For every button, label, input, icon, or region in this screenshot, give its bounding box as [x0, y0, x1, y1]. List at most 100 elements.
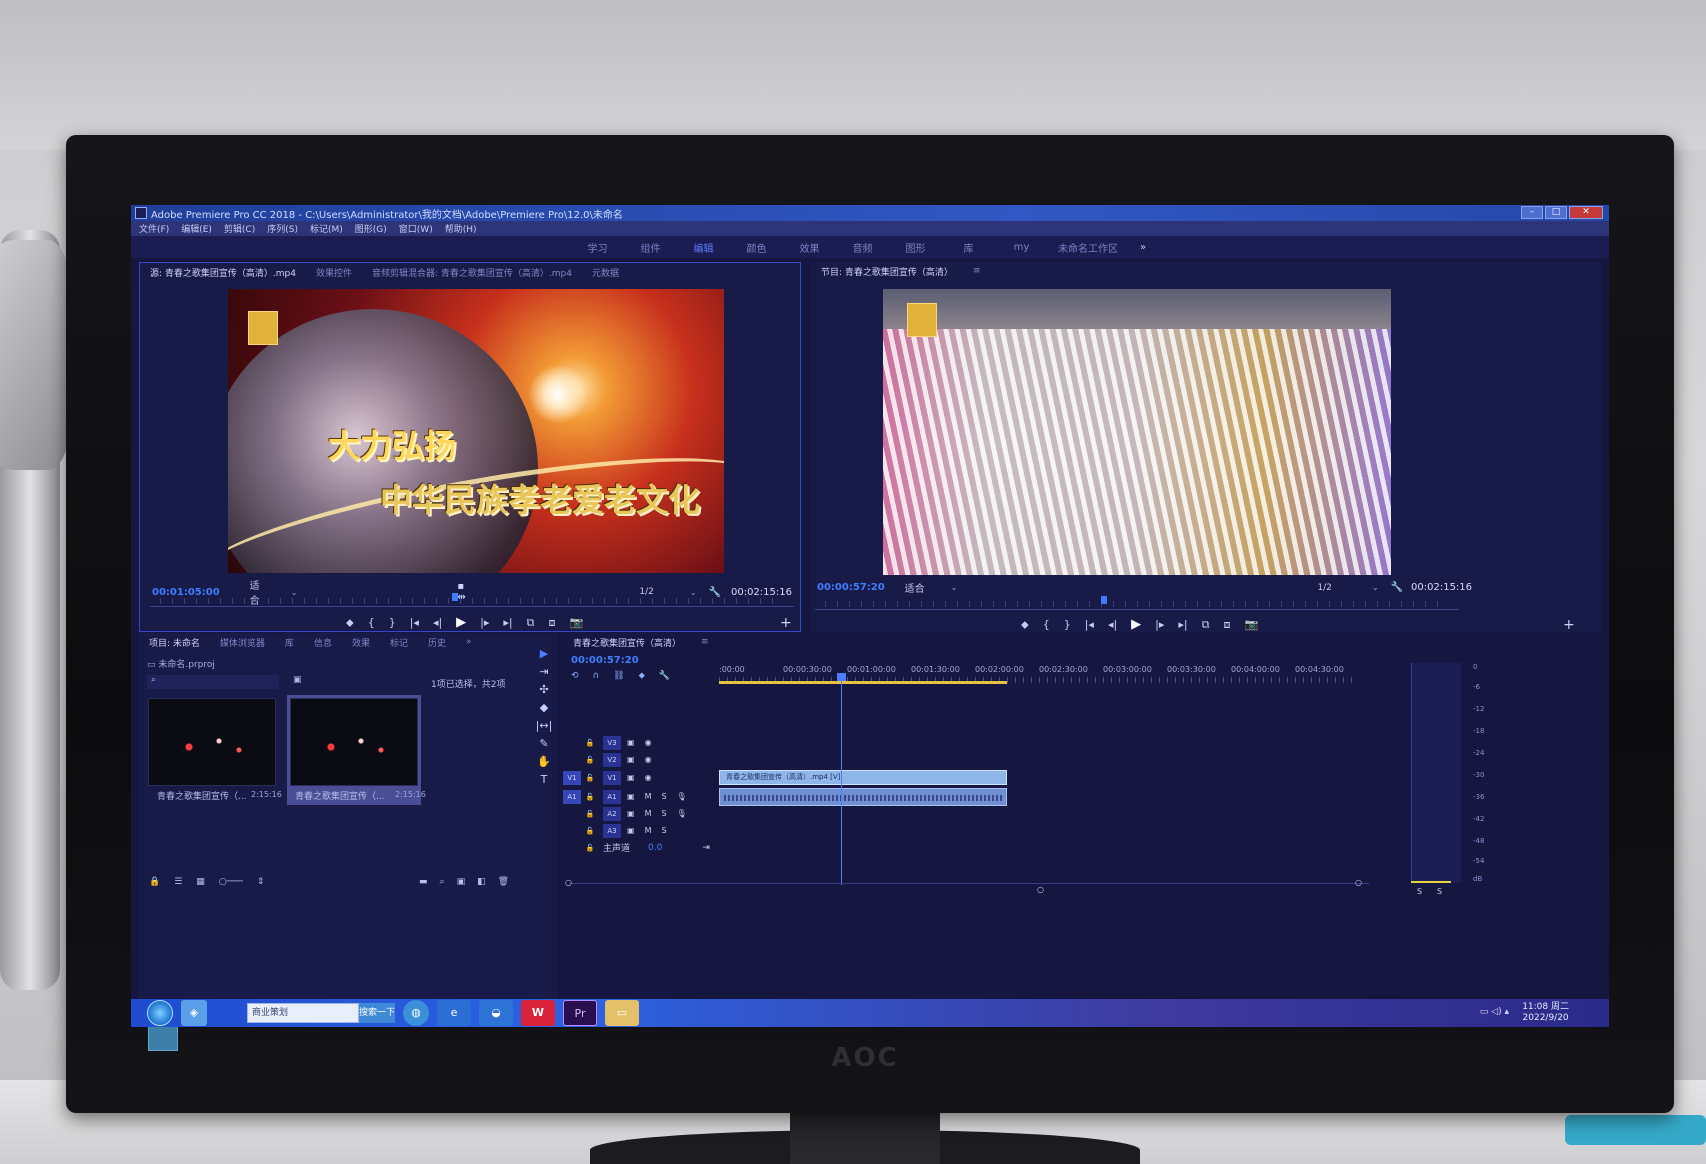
add-marker-icon[interactable]: ⬥ [346, 616, 354, 630]
timeline-playhead[interactable] [837, 673, 846, 885]
qq-penguin-icon[interactable]: ◒ [479, 1000, 513, 1026]
source-scrub-bar[interactable] [150, 593, 794, 607]
tab-metadata[interactable]: 元数据 [582, 266, 629, 279]
source-add-button[interactable]: + [780, 615, 792, 631]
find-icon[interactable]: ⌕ [440, 877, 445, 887]
master-volume-value[interactable]: 0.0 [648, 843, 662, 853]
step-forward-icon[interactable]: |▸ [1155, 618, 1164, 631]
menu-window[interactable]: 窗口(W) [399, 222, 433, 235]
tab-sequence[interactable]: 青春之歌集团宣传（高清） [563, 636, 691, 649]
sync-lock-icon[interactable]: ▣ [627, 826, 635, 835]
new-bin-icon[interactable]: ▣ [293, 675, 302, 685]
tray-expand-icon[interactable]: ▴ [1504, 1007, 1509, 1017]
file-explorer-icon[interactable]: ▭ [605, 1000, 639, 1026]
eye-icon[interactable]: ◉ [645, 755, 652, 764]
workspace-learning[interactable]: 学习 [571, 240, 624, 255]
project-item-selected[interactable]: 青春之歌集团宣传（... 2:15:16 [287, 695, 426, 805]
eye-icon[interactable]: ◉ [645, 773, 652, 782]
slip-tool-icon[interactable]: |↔| [531, 719, 557, 737]
program-fit-select[interactable]: 适合 [905, 580, 925, 595]
solo-right-button[interactable]: S [1437, 887, 1442, 896]
add-marker-icon[interactable]: ⬥ [1021, 618, 1029, 632]
zoom-slider[interactable]: ○─── [219, 877, 243, 887]
project-item[interactable]: 青春之歌集团宣传（... 2:15:16 [145, 695, 282, 805]
go-to-end-icon[interactable]: ⇥ [702, 843, 710, 853]
work-area-bar[interactable] [719, 681, 1007, 684]
workspace-assembly[interactable]: 组件 [624, 240, 677, 255]
ripple-edit-tool-icon[interactable]: ✣ [531, 683, 557, 701]
source-patch-a1[interactable]: A1 [563, 789, 581, 804]
extract-icon[interactable]: ⧈ [1224, 618, 1231, 632]
project-search-input[interactable]: ⌕ [147, 675, 279, 689]
automate-icon[interactable]: ▬ [419, 877, 428, 887]
tab-markers[interactable]: 标记 [380, 636, 418, 649]
chevron-down-icon[interactable]: ⌄ [1372, 583, 1379, 592]
settings-wrench-icon[interactable]: 🔧 [659, 671, 670, 681]
lock-icon[interactable]: 🔓 [581, 807, 599, 821]
tab-effect-controls[interactable]: 效果控件 [306, 266, 362, 279]
track-name[interactable]: A1 [603, 789, 621, 804]
solo-button[interactable]: S [661, 809, 666, 818]
lock-icon[interactable]: 🔓 [581, 824, 599, 838]
lock-icon[interactable]: 🔓 [581, 841, 599, 855]
tab-source[interactable]: 源: 青春之歌集团宣传（高清）.mp4 [140, 266, 306, 279]
sync-lock-icon[interactable]: ▣ [627, 792, 635, 801]
type-tool-icon[interactable]: T [531, 773, 557, 791]
track-name[interactable]: V1 [603, 770, 621, 785]
track-name[interactable]: V2 [603, 752, 621, 767]
track-name[interactable]: A3 [603, 823, 621, 838]
linked-selection-icon[interactable]: ⛓ [613, 671, 624, 681]
tab-program[interactable]: 节目: 青春之歌集团宣传（高清） [811, 265, 963, 278]
program-zoom-select[interactable]: 1/2 [1317, 583, 1331, 593]
workspace-effects[interactable]: 效果 [783, 240, 836, 255]
mark-in-icon[interactable]: { [1043, 618, 1050, 631]
taskbar-search-button[interactable]: 搜索一下 [359, 1003, 395, 1023]
wrench-icon[interactable]: 🔧 [1391, 582, 1403, 593]
menu-clip[interactable]: 剪辑(C) [224, 222, 255, 235]
lift-icon[interactable]: ⧉ [1202, 618, 1210, 632]
microphone-icon[interactable]: 🎙 [677, 809, 687, 818]
step-back-icon[interactable]: ◂| [1108, 618, 1117, 631]
lock-icon[interactable]: 🔓 [581, 771, 599, 785]
step-forward-icon[interactable]: |▸ [480, 616, 489, 629]
workspace-more-button[interactable]: » [1128, 242, 1158, 253]
solo-button[interactable]: S [661, 792, 666, 801]
menu-help[interactable]: 帮助(H) [445, 222, 477, 235]
tab-info[interactable]: 信息 [304, 636, 342, 649]
play-icon[interactable]: ▶ [1131, 617, 1141, 632]
internet-explorer-icon[interactable]: e [437, 1000, 471, 1026]
lock-icon[interactable]: 🔓 [581, 736, 599, 750]
program-timecode[interactable]: 00:00:57:20 [817, 582, 885, 593]
panel-menu-icon[interactable]: ≡ [691, 637, 719, 647]
start-button[interactable] [147, 1000, 173, 1026]
workspace-untitled[interactable]: 未命名工作区 [1048, 240, 1128, 255]
export-frame-icon[interactable]: 📷 [570, 616, 584, 629]
shield-app-icon[interactable]: ◈ [181, 1000, 207, 1026]
add-marker-icon[interactable]: ⬥ [639, 671, 645, 681]
program-scrub-bar[interactable] [815, 596, 1459, 610]
mark-out-icon[interactable]: } [1064, 618, 1071, 631]
tab-project[interactable]: 项目: 未命名 [139, 636, 210, 649]
tab-effects[interactable]: 效果 [342, 636, 380, 649]
timeline-scrollbar[interactable] [569, 883, 1369, 884]
program-playhead[interactable] [1101, 596, 1107, 604]
lock-icon[interactable]: 🔒 [149, 877, 160, 887]
sort-icon[interactable]: ⇕ [257, 877, 265, 887]
volume-icon[interactable]: ◁) [1491, 1007, 1501, 1017]
audio-clip[interactable] [719, 788, 1007, 806]
scroll-handle-left[interactable]: ○ [565, 878, 572, 887]
trash-icon[interactable]: 🗑 [498, 877, 509, 887]
tabs-more-button[interactable]: » [456, 637, 482, 647]
microphone-icon[interactable]: 🎙 [677, 792, 687, 801]
browser-globe-icon[interactable]: ◍ [403, 1000, 429, 1026]
step-back-icon[interactable]: ◂| [433, 616, 442, 629]
source-patch-v1[interactable]: V1 [563, 770, 581, 785]
workspace-libraries[interactable]: 库 [942, 240, 995, 255]
play-icon[interactable]: ▶ [456, 615, 466, 630]
menu-file[interactable]: 文件(F) [139, 222, 169, 235]
go-to-out-icon[interactable]: ▸| [503, 616, 512, 629]
workspace-my[interactable]: my [995, 242, 1048, 253]
scroll-handle-right[interactable]: ○ [1355, 878, 1362, 887]
list-view-icon[interactable]: ☰ [174, 877, 182, 887]
workspace-editing[interactable]: 编辑 [677, 240, 730, 255]
